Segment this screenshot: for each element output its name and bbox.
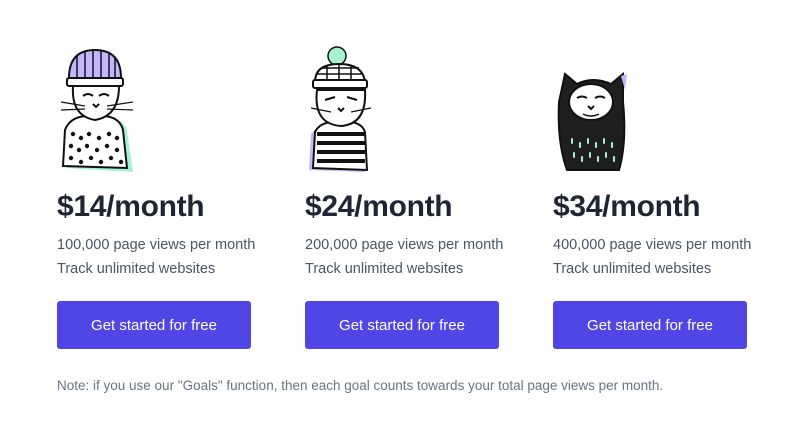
get-started-button[interactable]: Get started for free	[305, 301, 499, 349]
feature-page-views: 100,000 page views per month	[57, 237, 256, 253]
feature-websites: Track unlimited websites	[305, 261, 464, 277]
pricing-section: $14/month 100,000 page views per month T…	[0, 0, 798, 424]
feature-websites: Track unlimited websites	[553, 261, 712, 277]
plan-features: 100,000 page views per month Track unlim…	[57, 233, 305, 281]
cat-beanie-icon	[60, 48, 134, 172]
plan-price: $24/month	[305, 190, 453, 223]
get-started-button[interactable]: Get started for free	[553, 301, 747, 349]
plan-card-2: $24/month 200,000 page views per month T…	[305, 46, 553, 349]
plan-card-3: $34/month 400,000 page views per month T…	[553, 46, 798, 349]
goals-footnote: Note: if you use our "Goals" function, t…	[57, 378, 664, 393]
plan-price: $14/month	[57, 190, 205, 223]
feature-page-views: 200,000 page views per month	[305, 237, 504, 253]
plan-features: 400,000 page views per month Track unlim…	[553, 233, 798, 281]
get-started-button[interactable]: Get started for free	[57, 301, 251, 349]
plan-features: 200,000 page views per month Track unlim…	[305, 233, 553, 281]
plan-card-1: $14/month 100,000 page views per month T…	[57, 46, 305, 349]
cat-hood-icon	[557, 71, 627, 171]
feature-page-views: 400,000 page views per month	[553, 237, 752, 253]
plan-price: $34/month	[553, 190, 701, 223]
cat-pompom-hat-icon	[309, 46, 372, 172]
pricing-plans: $14/month 100,000 page views per month T…	[57, 46, 798, 349]
feature-websites: Track unlimited websites	[57, 261, 216, 277]
